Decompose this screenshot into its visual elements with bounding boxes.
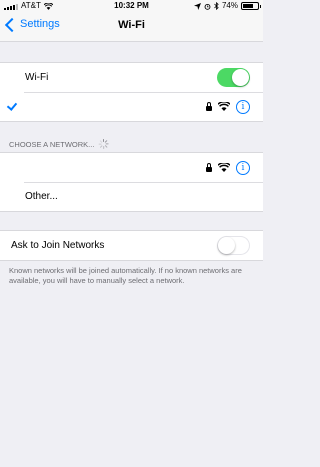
ask-to-join-label: Ask to Join Networks [11,240,105,251]
battery-icon [241,2,261,10]
wifi-group: Wi-Fi i [0,62,263,122]
navigation-bar: Settings Wi-Fi [0,12,263,42]
wifi-label: Wi-Fi [25,72,49,83]
ask-to-join-group: Ask to Join Networks [0,230,263,261]
info-icon[interactable]: i [236,99,250,114]
wifi-icon [218,163,230,172]
connected-network-row[interactable]: i [0,92,263,121]
battery-percent: 74% [221,1,238,10]
networks-group: i Other... [0,152,263,212]
ask-to-join-toggle[interactable] [217,236,250,255]
section-header: CHOOSE A NETWORK... [9,139,109,149]
other-network-row[interactable]: Other... [0,182,263,211]
info-icon[interactable]: i [236,160,250,175]
other-network-label: Other... [25,191,58,202]
status-bar: AT&T 10:32 PM 74% [0,0,263,12]
network-row[interactable]: i [0,153,263,182]
page-title: Wi-Fi [118,19,145,31]
ask-to-join-row: Ask to Join Networks [0,231,263,260]
bluetooth-icon [214,2,219,10]
wifi-icon [218,102,230,111]
lock-icon [206,101,212,111]
ask-to-join-footer: Known networks will be joined automatica… [9,266,242,285]
lock-icon [206,162,212,172]
location-arrow-icon [193,2,201,10]
checkmark-icon [6,100,18,111]
choose-network-label: CHOOSE A NETWORK... [9,139,95,149]
alarm-icon [204,3,211,10]
activity-spinner-icon [98,139,109,149]
wifi-toggle[interactable] [217,68,250,87]
wifi-toggle-row: Wi-Fi [0,63,263,92]
